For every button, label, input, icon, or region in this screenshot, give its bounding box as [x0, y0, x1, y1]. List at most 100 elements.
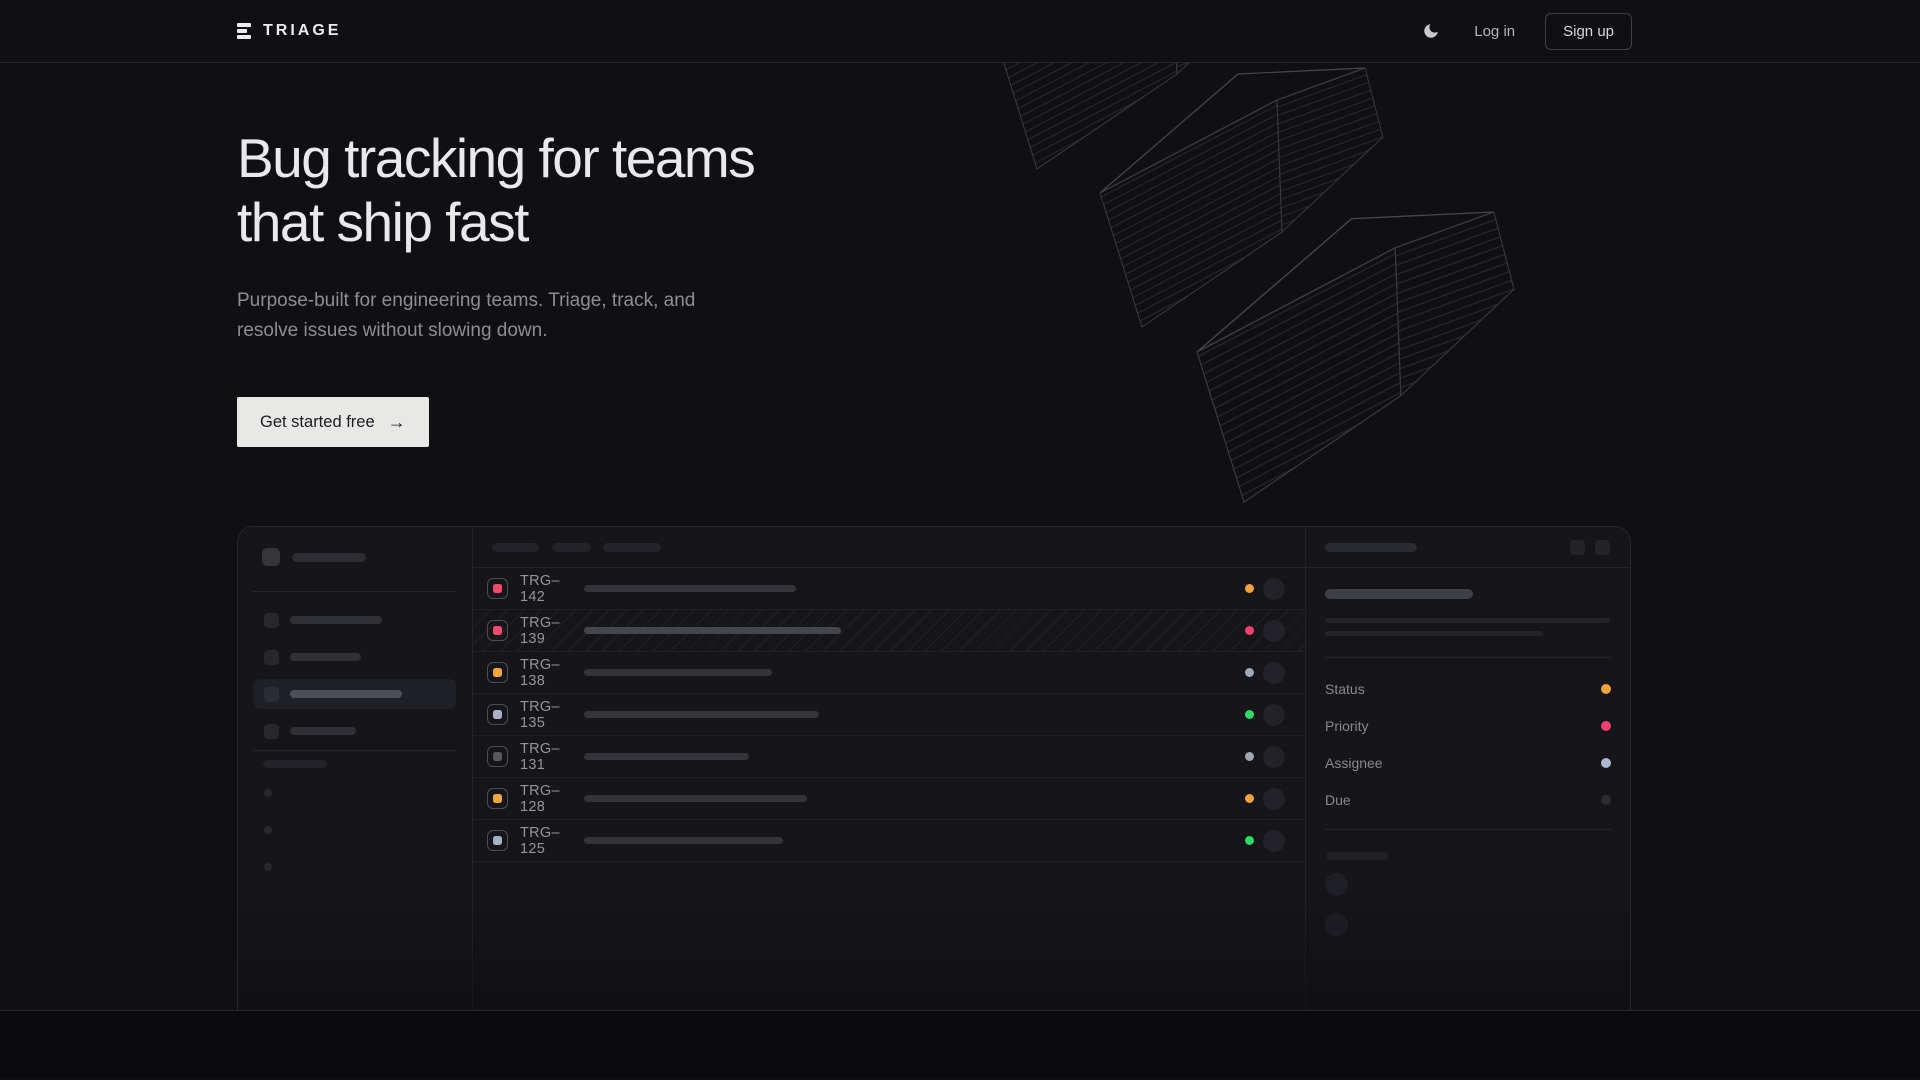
- detail-field-label: Status: [1325, 681, 1365, 697]
- issue-status-dot: [1245, 836, 1254, 845]
- issue-list-header: [473, 527, 1305, 568]
- sidebar-dot: [264, 826, 272, 834]
- issue-status-dot: [1245, 710, 1254, 719]
- login-link[interactable]: Log in: [1474, 23, 1515, 40]
- app-mockup: TRG–142 TRG–139 TRG–138 TRG–135 TRG–131: [237, 526, 1631, 1010]
- sidebar-item-icon-placeholder: [264, 687, 279, 702]
- issue-type-icon: [487, 662, 508, 683]
- issue-id: TRG–135: [520, 699, 578, 731]
- issue-id: TRG–128: [520, 783, 578, 815]
- mockup-issue-list: TRG–142 TRG–139 TRG–138 TRG–135 TRG–131: [473, 527, 1306, 1010]
- detail-field-dot: [1601, 684, 1611, 694]
- detail-title-placeholder: [1325, 589, 1473, 599]
- brand[interactable]: TRIAGE: [237, 22, 341, 40]
- issue-assignee-avatar: [1263, 704, 1285, 726]
- issue-assignee-avatar: [1263, 662, 1285, 684]
- detail-field-row: Assignee: [1306, 744, 1630, 781]
- issue-id: TRG–139: [520, 615, 578, 647]
- arrow-right-icon: →: [388, 413, 406, 431]
- detail-divider: [1325, 657, 1612, 658]
- sidebar-item: [253, 716, 456, 746]
- issue-row: TRG–139: [473, 610, 1305, 652]
- sidebar-nav-items: [253, 605, 456, 753]
- detail-field-dot: [1601, 721, 1611, 731]
- hero-subtitle: Purpose-built for engineering teams. Tri…: [237, 286, 695, 346]
- sidebar-dot: [264, 863, 272, 871]
- detail-field-label: Due: [1325, 792, 1351, 808]
- issue-type-icon: [487, 620, 508, 641]
- issue-title-placeholder: [584, 795, 807, 802]
- hero-title-line1: Bug tracking for teams: [237, 126, 754, 190]
- hero-title-line2: that ship fast: [237, 190, 754, 254]
- sidebar-item-icon-placeholder: [264, 613, 279, 628]
- sidebar-item-label-placeholder: [290, 653, 361, 661]
- issue-rows: TRG–142 TRG–139 TRG–138 TRG–135 TRG–131: [473, 568, 1305, 862]
- hero-title: Bug tracking for teams that ship fast: [237, 126, 754, 254]
- issue-assignee-avatar: [1263, 620, 1285, 642]
- detail-text-placeholder: [1325, 631, 1543, 636]
- issue-title-placeholder: [584, 753, 749, 760]
- get-started-button[interactable]: Get started free →: [237, 397, 429, 447]
- navbar: TRIAGE Log in Sign up: [0, 0, 1920, 63]
- detail-header-placeholder: [1325, 543, 1417, 552]
- issue-type-icon: [487, 788, 508, 809]
- issue-row: TRG–138: [473, 652, 1305, 694]
- issue-row: TRG–131: [473, 736, 1305, 778]
- issue-status-dot: [1245, 794, 1254, 803]
- issue-type-icon: [487, 578, 508, 599]
- sidebar-item-label-placeholder: [290, 690, 402, 698]
- detail-field-dot: [1601, 795, 1611, 805]
- issue-assignee-avatar: [1263, 578, 1285, 600]
- issue-title-placeholder: [584, 837, 783, 844]
- sidebar-item: [253, 642, 456, 672]
- issue-row: TRG–125: [473, 820, 1305, 862]
- mockup-detail-panel: Status Priority Assignee Due: [1306, 527, 1630, 1010]
- issue-assignee-avatar: [1263, 788, 1285, 810]
- list-header-placeholder: [552, 543, 591, 552]
- issue-row: TRG–135: [473, 694, 1305, 736]
- sidebar-dot: [264, 789, 272, 797]
- issue-id: TRG–138: [520, 657, 578, 689]
- signup-button[interactable]: Sign up: [1545, 13, 1632, 50]
- footer: [0, 1010, 1920, 1079]
- list-header-placeholder: [603, 543, 661, 552]
- detail-field-label: Priority: [1325, 718, 1369, 734]
- issue-type-icon: [487, 830, 508, 851]
- issue-row: TRG–128: [473, 778, 1305, 820]
- issue-id: TRG–142: [520, 573, 578, 605]
- get-started-label: Get started free: [260, 413, 375, 432]
- brand-name: TRIAGE: [263, 22, 341, 40]
- detail-circle-placeholder: [1325, 873, 1348, 896]
- detail-field-dot: [1601, 758, 1611, 768]
- workspace-avatar-placeholder: [262, 548, 280, 566]
- detail-avatar-placeholders: [1325, 873, 1348, 936]
- detail-divider: [1325, 829, 1612, 830]
- detail-header: [1306, 527, 1630, 568]
- detail-circle-placeholder: [1325, 913, 1348, 936]
- issue-assignee-avatar: [1263, 746, 1285, 768]
- detail-field-row: Status: [1306, 670, 1630, 707]
- detail-section-placeholder: [1325, 852, 1389, 860]
- sidebar-item-icon-placeholder: [264, 650, 279, 665]
- detail-text-placeholder: [1325, 618, 1610, 623]
- theme-toggle-button[interactable]: [1418, 18, 1444, 44]
- triage-logo-icon: [237, 23, 252, 39]
- issue-status-dot: [1245, 668, 1254, 677]
- workspace-name-placeholder: [292, 553, 366, 562]
- issue-id: TRG–125: [520, 825, 578, 857]
- issue-assignee-avatar: [1263, 830, 1285, 852]
- issue-status-dot: [1245, 752, 1254, 761]
- detail-field-label: Assignee: [1325, 755, 1383, 771]
- sidebar-item-label-placeholder: [290, 616, 382, 624]
- mockup-sidebar: [238, 527, 473, 1010]
- moon-icon: [1422, 22, 1440, 40]
- sidebar-dots: [264, 789, 272, 871]
- hero-subtitle-line2: resolve issues without slowing down.: [237, 316, 695, 346]
- sidebar-item: [253, 605, 456, 635]
- hero-section: Bug tracking for teams that ship fast Pu…: [0, 63, 1920, 1010]
- nav-actions: Log in Sign up: [1418, 13, 1632, 50]
- detail-field-row: Due: [1306, 781, 1630, 818]
- issue-type-icon: [487, 704, 508, 725]
- sidebar-section-placeholder: [263, 760, 327, 768]
- sidebar-item-label-placeholder: [290, 727, 356, 735]
